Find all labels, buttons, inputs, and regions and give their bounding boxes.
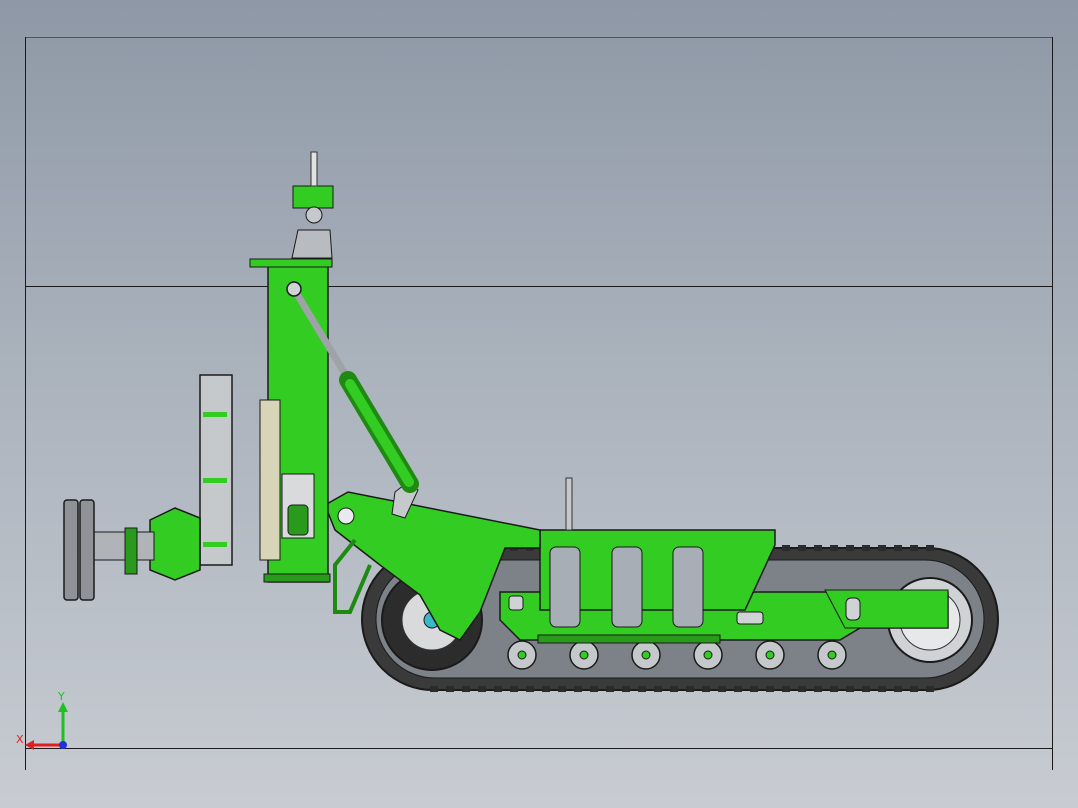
gear-motor <box>149 507 201 581</box>
tool-mount-tab-1 <box>203 412 227 417</box>
rear-bracket <box>824 589 949 629</box>
rear-eye-bolt <box>845 597 861 621</box>
track-lug <box>910 686 918 692</box>
mast-slide-rail <box>259 399 281 561</box>
track-lug <box>654 686 662 692</box>
front-eye-bolt <box>508 595 524 611</box>
track-lug <box>750 686 758 692</box>
tool-mount-plate <box>199 374 233 566</box>
motor-flange <box>124 527 138 575</box>
top-bracket <box>292 185 334 209</box>
axis-triad: Y X <box>16 690 68 750</box>
robot-model-drawing[interactable]: Y X <box>0 0 1078 808</box>
chassis-window-3 <box>672 546 704 628</box>
track-lug <box>686 686 694 692</box>
track-lug <box>526 686 534 692</box>
track-lug <box>798 545 806 551</box>
track-lug <box>782 545 790 551</box>
track-lug <box>430 686 438 692</box>
track-lug <box>558 686 566 692</box>
cad-viewport[interactable]: Y X <box>0 0 1078 808</box>
cutter-disc-2 <box>79 499 95 601</box>
mast[interactable] <box>249 151 334 583</box>
cylinder-barrel-highlight <box>345 379 414 487</box>
drive-shaft <box>93 531 155 561</box>
track-lug <box>830 545 838 551</box>
track-lug <box>894 686 902 692</box>
triad-z-origin <box>59 741 67 749</box>
chassis-window-2 <box>611 546 643 628</box>
road-wheel-hub <box>765 650 775 660</box>
mast-top-plate <box>249 258 333 268</box>
track-lug <box>846 545 854 551</box>
track-lug <box>878 545 886 551</box>
cylinder-top-eye <box>286 281 302 297</box>
track-lug <box>830 686 838 692</box>
track-lug <box>494 686 502 692</box>
track-lug <box>862 545 870 551</box>
track-lug <box>446 686 454 692</box>
top-link <box>291 229 333 259</box>
track-lug <box>622 686 630 692</box>
track-lug <box>638 686 646 692</box>
track-lug <box>478 686 486 692</box>
road-wheel-hub <box>579 650 589 660</box>
track-lug <box>814 686 822 692</box>
chassis-window-1 <box>549 546 581 628</box>
road-wheel-hub <box>641 650 651 660</box>
track-lug <box>590 686 598 692</box>
track-lug <box>878 686 886 692</box>
chassis-rail <box>537 634 721 644</box>
top-nut <box>305 206 323 224</box>
mast-motor <box>287 504 309 536</box>
track-lug <box>702 686 710 692</box>
antenna-post <box>565 477 573 531</box>
road-wheel-hub <box>517 650 527 660</box>
track-lug <box>718 686 726 692</box>
track-lug <box>606 686 614 692</box>
road-wheel-hub <box>703 650 713 660</box>
top-stud <box>310 151 318 187</box>
track-lug <box>782 686 790 692</box>
track-lug <box>542 686 550 692</box>
tool-mount-tab-3 <box>203 542 227 547</box>
cutter-disc-1 <box>63 499 79 601</box>
track-lug <box>894 545 902 551</box>
track-lug <box>910 545 918 551</box>
arm-pivot <box>337 507 355 525</box>
road-wheel-hub <box>827 650 837 660</box>
track-lug <box>670 686 678 692</box>
triad-x-label: X <box>16 733 24 746</box>
triad-x-arrowhead <box>25 740 34 750</box>
track-lug <box>574 686 582 692</box>
track-lug <box>862 686 870 692</box>
track-lug <box>846 686 854 692</box>
track-lug <box>766 686 774 692</box>
track-lug <box>926 686 934 692</box>
track-lug <box>814 545 822 551</box>
triad-y-arrowhead <box>58 702 68 712</box>
mast-base-foot <box>263 573 331 583</box>
track-lug <box>510 686 518 692</box>
tool-mount-tab-2 <box>203 478 227 483</box>
track-lug <box>926 545 934 551</box>
tool-head[interactable] <box>63 374 233 601</box>
track-lug <box>462 686 470 692</box>
track-lug <box>734 686 742 692</box>
triad-y-label: Y <box>57 690 65 703</box>
track-lug <box>798 686 806 692</box>
side-bolt <box>736 611 764 625</box>
